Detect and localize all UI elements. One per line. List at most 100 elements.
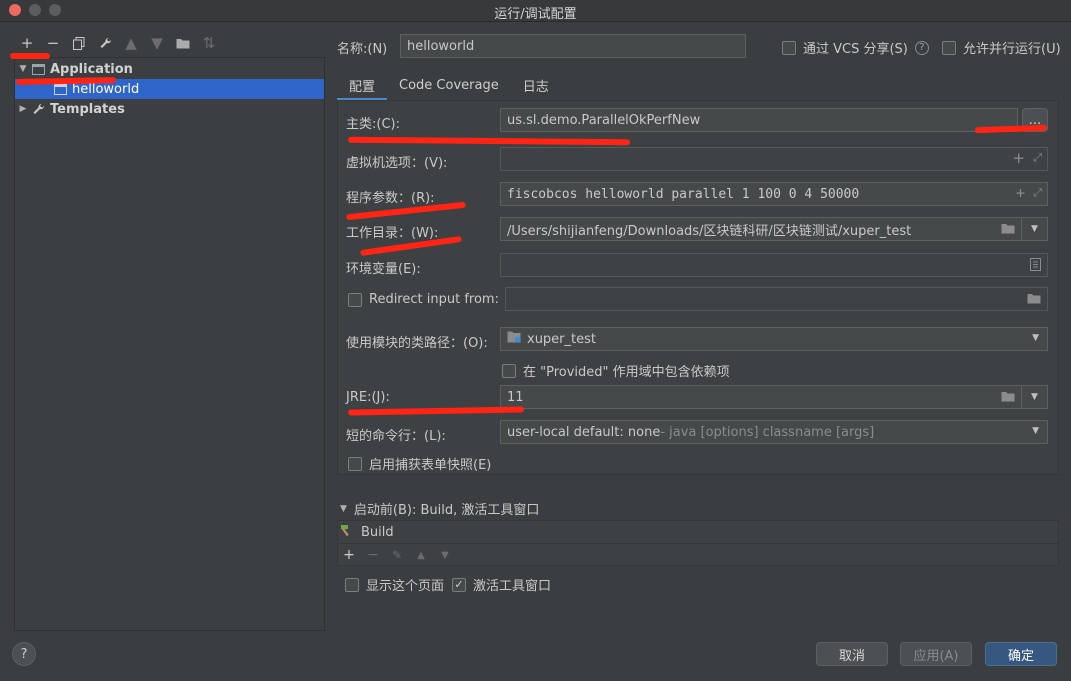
ok-button[interactable]: 确定	[985, 642, 1057, 666]
jre-select[interactable]: 11 ▼	[500, 385, 1048, 409]
move-down-icon[interactable]: ▼	[436, 550, 454, 561]
working-directory-input[interactable]: /Users/shijianfeng/Downloads/区块链科研/区块链测试…	[500, 217, 1048, 241]
wrench-icon	[31, 103, 45, 115]
shorten-command-line-value: user-local default: none	[507, 424, 661, 440]
checkbox-checked[interactable]: ✓	[452, 577, 466, 592]
folder-icon[interactable]	[1001, 223, 1015, 238]
help-button[interactable]: ?	[12, 642, 36, 666]
hammer-icon	[340, 524, 354, 541]
tree-label-application: Application	[50, 61, 133, 77]
before-launch-title: 启动前(B): Build, 激活工具窗口	[353, 503, 540, 518]
move-down-icon[interactable]: ▼	[144, 30, 170, 56]
config-tabs: 配置 Code Coverage 日志	[337, 70, 561, 101]
before-launch-toolbar: + − ✎ ▲ ▼	[340, 545, 454, 565]
folder-icon[interactable]	[1027, 293, 1041, 308]
main-class-label: 主类:(C):	[346, 117, 400, 132]
redirect-input-field[interactable]	[505, 287, 1048, 311]
tree-node-application[interactable]: ▼ Application	[15, 59, 324, 79]
allow-parallel-checkbox[interactable]: 允许并行运行(U)	[942, 38, 1061, 57]
chevron-down-icon[interactable]: ▼	[1021, 386, 1047, 408]
add-icon[interactable]: +	[340, 547, 358, 563]
folder-icon[interactable]	[1001, 391, 1015, 406]
application-icon	[53, 83, 67, 95]
jre-value: 11	[507, 389, 524, 405]
checkbox-unchecked[interactable]	[502, 363, 516, 378]
expand-icon[interactable]: ⤢	[1033, 151, 1042, 165]
application-icon	[31, 63, 45, 75]
copy-icon[interactable]	[66, 30, 92, 56]
share-vcs-checkbox[interactable]: 通过 VCS 分享(S) ?	[782, 38, 929, 57]
tree-node-templates[interactable]: ▶ Templates	[15, 99, 324, 119]
add-icon[interactable]: +	[1012, 149, 1025, 167]
include-provided-label: 在 "Provided" 作用域中包含依赖项	[523, 365, 730, 380]
tree-label-helloworld: helloworld	[72, 81, 140, 97]
capture-snapshot-checkbox[interactable]: 启用捕获表单快照(E)	[348, 454, 491, 473]
run-debug-configurations-window: 运行/调试配置 + − ▲ ▼ ⇅ ▼ Application hellowor…	[0, 0, 1071, 681]
checkbox-unchecked[interactable]	[345, 577, 359, 592]
window-title: 运行/调试配置	[494, 7, 577, 22]
module-classpath-label: 使用模块的类路径：(O):	[346, 336, 488, 351]
tab-logs[interactable]: 日志	[511, 70, 561, 100]
redirect-input-label: Redirect input from:	[369, 292, 499, 307]
program-arguments-label: 程序参数：(R):	[346, 191, 435, 206]
program-arguments-input[interactable]: fiscobcos helloworld parallel 1 100 0 4 …	[500, 182, 1048, 206]
cancel-button[interactable]: 取消	[816, 642, 888, 666]
sort-icon[interactable]: ⇅	[196, 30, 222, 56]
name-input[interactable]: helloworld	[400, 34, 746, 58]
expand-icon[interactable]: ⤢	[1033, 186, 1042, 200]
collapsed-arrow-icon[interactable]: ▶	[15, 104, 31, 114]
module-icon	[507, 331, 521, 347]
name-label: 名称:(N)	[337, 42, 388, 57]
show-page-label: 显示这个页面	[366, 579, 445, 594]
chevron-down-icon[interactable]: ▼	[1032, 333, 1039, 343]
tab-config[interactable]: 配置	[337, 70, 388, 101]
vm-options-label: 虚拟机选项：(V):	[346, 156, 448, 171]
add-icon[interactable]: +	[1016, 184, 1025, 202]
wrench-icon[interactable]	[92, 30, 118, 56]
include-provided-checkbox[interactable]: 在 "Provided" 作用域中包含依赖项	[502, 361, 730, 380]
title-bar: 运行/调试配置	[0, 0, 1071, 22]
module-classpath-value: xuper_test	[527, 331, 596, 347]
vm-options-input[interactable]: + ⤢	[500, 147, 1048, 171]
apply-button[interactable]: 应用(A)	[900, 642, 972, 666]
working-directory-label: 工作目录：(W):	[346, 226, 439, 241]
checkbox-unchecked[interactable]	[348, 456, 362, 471]
annotation-mark	[10, 53, 50, 59]
working-directory-value: /Users/shijianfeng/Downloads/区块链科研/区块链测试…	[507, 223, 912, 239]
share-vcs-label: 通过 VCS 分享(S)	[803, 42, 908, 57]
build-label: Build	[361, 525, 394, 540]
activate-tool-window-checkbox[interactable]: ✓ 激活工具窗口	[452, 575, 551, 594]
program-arguments-value: fiscobcos helloworld parallel 1 100 0 4 …	[507, 186, 860, 202]
expanded-arrow-icon[interactable]: ▼	[15, 64, 31, 74]
remove-icon[interactable]: −	[364, 547, 382, 563]
divider	[338, 543, 1058, 544]
activate-tool-window-label: 激活工具窗口	[473, 579, 552, 594]
environment-variables-label: 环境变量(E):	[346, 262, 421, 277]
folder-icon[interactable]	[170, 30, 196, 56]
edit-icon[interactable]: ✎	[388, 548, 406, 562]
help-icon[interactable]: ?	[914, 40, 929, 55]
jre-label: JRE:(J):	[346, 390, 390, 405]
move-up-icon[interactable]: ▲	[118, 30, 144, 56]
shorten-command-line-select[interactable]: user-local default: none - java [options…	[500, 420, 1048, 444]
main-class-input[interactable]: us.sl.demo.ParallelOkPerfNew	[500, 108, 1018, 132]
chevron-down-icon[interactable]: ▼	[1032, 426, 1039, 436]
before-launch-header[interactable]: ▼ 启动前(B): Build, 激活工具窗口	[340, 499, 539, 518]
before-launch-item-build[interactable]: Build	[340, 524, 394, 541]
tab-code-coverage[interactable]: Code Coverage	[387, 70, 511, 100]
shorten-command-line-label: 短的命令行：(L):	[346, 429, 446, 444]
redirect-input-checkbox[interactable]: Redirect input from:	[348, 292, 499, 307]
document-icon[interactable]	[1030, 258, 1041, 275]
show-page-checkbox[interactable]: 显示这个页面	[345, 575, 444, 594]
tree-label-templates: Templates	[50, 101, 125, 117]
module-classpath-select[interactable]: xuper_test ▼	[500, 327, 1048, 351]
move-up-icon[interactable]: ▲	[412, 550, 430, 561]
allow-parallel-label: 允许并行运行(U)	[963, 42, 1061, 57]
checkbox-unchecked[interactable]	[782, 40, 796, 55]
checkbox-unchecked[interactable]	[348, 292, 362, 307]
shorten-command-line-hint: - java [options] classname [args]	[660, 424, 875, 440]
checkbox-unchecked[interactable]	[942, 40, 956, 55]
environment-variables-input[interactable]	[500, 253, 1048, 277]
expanded-arrow-icon[interactable]: ▼	[340, 504, 347, 514]
chevron-down-icon[interactable]: ▼	[1021, 218, 1047, 240]
